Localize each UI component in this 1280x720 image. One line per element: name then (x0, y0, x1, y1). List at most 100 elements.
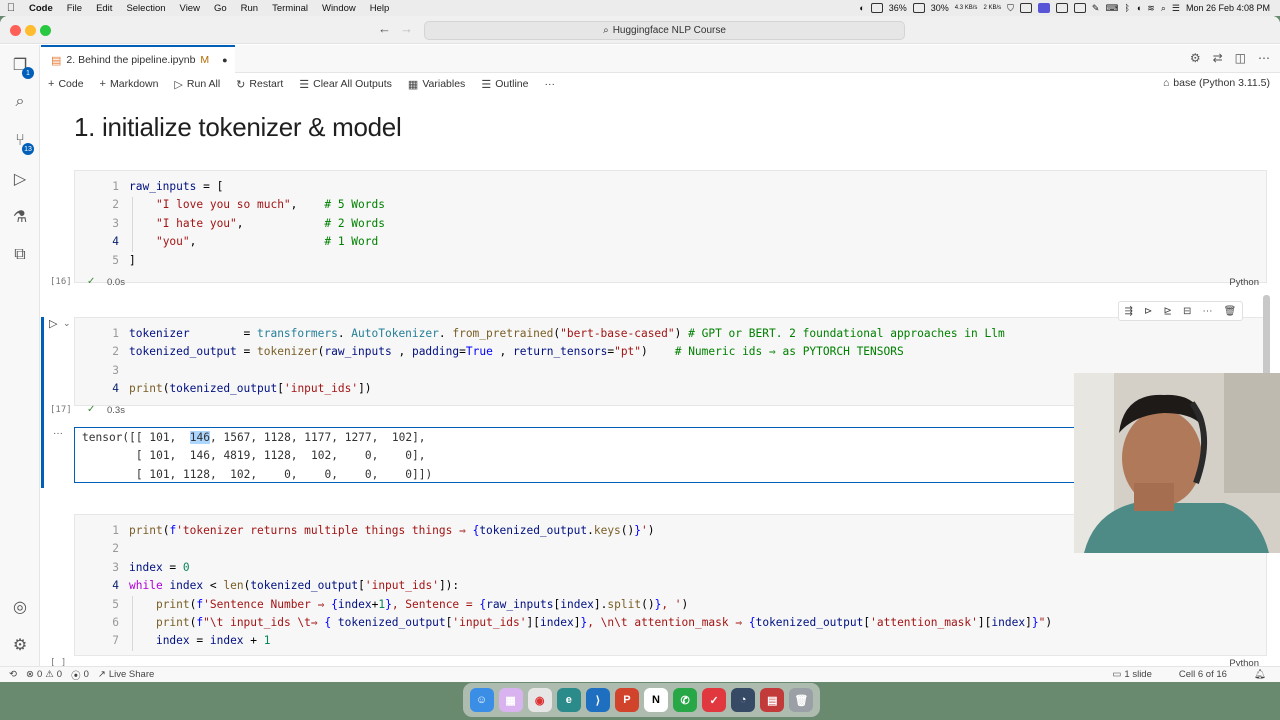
problems-indicator[interactable]: ⊗ 0 ⚠ 0 (26, 669, 62, 680)
compare-icon[interactable]: ⇄ (1213, 51, 1223, 65)
activity-monitor-icon[interactable]: ◔ (731, 688, 756, 712)
menu-file[interactable]: File (60, 3, 89, 14)
ports-indicator[interactable]: ⦿ 0 (71, 668, 89, 682)
run-all-button[interactable]: ▷ Run All (174, 78, 220, 91)
vscode-icon[interactable]: ⟩ (585, 688, 610, 712)
command-center-search[interactable]: ⌕ Huggingface NLP Course (424, 21, 905, 40)
menu-go[interactable]: Go (207, 3, 234, 14)
remote-icon[interactable]: ⟲ (9, 669, 17, 680)
minimize-window-button[interactable] (25, 25, 36, 36)
run-cell-icon[interactable]: ▷ (49, 317, 57, 330)
trash-icon[interactable]: 🗑 (789, 688, 814, 712)
menu-code[interactable]: Code (22, 3, 60, 14)
chrome-icon[interactable]: ◉ (527, 688, 552, 712)
explorer-icon[interactable]: ❐ 1 (8, 53, 34, 79)
screen-icon[interactable] (870, 3, 883, 13)
selected-token[interactable]: 146 (189, 431, 210, 444)
output-more-icon[interactable]: ··· (53, 428, 63, 439)
forward-arrow-icon[interactable]: → (400, 21, 413, 36)
slides-icon: ▭ (1112, 669, 1122, 680)
chevron-down-icon[interactable]: ⌄ (63, 318, 71, 329)
add-markdown-cell-button[interactable]: + Markdown (100, 78, 159, 90)
code-editor[interactable]: tokenizer = transformers. AutoTokenizer.… (129, 325, 1005, 399)
split-editor-icon[interactable]: ◫ (1235, 51, 1246, 65)
execute-above-icon[interactable]: ⊳ (1144, 306, 1152, 317)
keyboard-icon[interactable]: ⌨ (1105, 3, 1118, 14)
cell-language[interactable]: Python (1229, 658, 1259, 666)
execution-count: [ ] (50, 658, 67, 666)
search-icon[interactable]: ⌕ (1161, 3, 1166, 14)
more-actions-icon[interactable]: ⋯ (1258, 51, 1270, 65)
more-icon[interactable]: ⋯ (1203, 306, 1213, 317)
notifications-bell-icon[interactable]: 🔔︎ (1254, 669, 1266, 680)
source-control-icon[interactable]: ⑂ 13 (8, 129, 34, 155)
cpu-percent[interactable]: 30% (931, 3, 949, 13)
close-window-button[interactable] (10, 25, 21, 36)
focus-icon[interactable]: ◐ (859, 3, 864, 13)
control-center-icon[interactable]: ☰ (1172, 3, 1180, 14)
menu-run[interactable]: Run (234, 3, 265, 14)
edit-icon[interactable]: ✎ (1092, 3, 1100, 14)
execute-below-icon[interactable]: ⊵ (1164, 306, 1172, 317)
execution-time: 0.0s (107, 277, 125, 288)
grid-icon[interactable] (1055, 3, 1068, 13)
notion-icon[interactable]: N (644, 688, 668, 712)
account-icon[interactable]: ◎ (8, 595, 32, 619)
todo-check-icon[interactable]: ✓ (702, 688, 727, 712)
powerpoint-icon[interactable]: P (614, 688, 639, 712)
testing-icon[interactable]: ⚗ (8, 205, 32, 229)
finder-icon[interactable]: ☺ (469, 688, 494, 712)
extensions-icon[interactable]: ⧉ (8, 243, 32, 267)
calendar-icon[interactable] (1073, 3, 1086, 13)
notion-icon[interactable] (1019, 3, 1032, 13)
code-editor[interactable]: raw_inputs = [ "I love you so much", # 5… (129, 178, 385, 270)
menu-view[interactable]: View (173, 3, 207, 14)
volume-icon[interactable]: ◖ (1136, 3, 1141, 13)
run-by-line-icon[interactable]: ⇶ (1125, 306, 1133, 317)
shield-icon[interactable]: ⛉ (1007, 3, 1014, 14)
outline-button[interactable]: ☰ Outline (481, 78, 528, 91)
battery-percent[interactable]: 36% (889, 3, 907, 13)
menu-edit[interactable]: Edit (89, 3, 119, 14)
datetime[interactable]: Mon 26 Feb 4:08 PM (1186, 3, 1270, 13)
slides-indicator[interactable]: ▭ 1 slide (1112, 669, 1151, 680)
back-arrow-icon[interactable]: ← (378, 21, 391, 36)
document-app-icon[interactable]: ▤ (760, 688, 785, 712)
zoom-window-button[interactable] (40, 25, 51, 36)
restart-button[interactable]: ↻ Restart (236, 78, 283, 91)
run-debug-icon[interactable]: ▷ (8, 167, 32, 191)
line-number: 1 (112, 524, 119, 537)
delete-icon[interactable]: 🗑 (1224, 306, 1237, 317)
kernel-picker[interactable]: ⌂ base (Python 3.11.5) (1163, 77, 1270, 89)
notebook-icon: ▤ (51, 54, 62, 67)
edge-icon[interactable]: e (556, 688, 581, 712)
menu-selection[interactable]: Selection (119, 3, 172, 14)
code-editor[interactable]: print(f'tokenizer returns multiple thing… (129, 522, 1052, 651)
whatsapp-icon[interactable]: ✆ (673, 688, 698, 712)
cell-position[interactable]: Cell 6 of 16 (1179, 669, 1227, 680)
settings-gear-icon[interactable]: ⚙ (8, 633, 32, 657)
gear-icon[interactable]: ⚙ (1190, 51, 1201, 65)
wifi-icon[interactable]: ≋ (1147, 3, 1155, 14)
clear-outputs-button[interactable]: ☰ Clear All Outputs (299, 78, 392, 91)
add-code-cell-button[interactable]: + Code (48, 78, 84, 90)
tab-notebook[interactable]: ▤ 2. Behind the pipeline.ipynb M ● (41, 45, 235, 73)
network-up[interactable]: 4.3 KB/s (955, 5, 978, 11)
line-number: 6 (112, 616, 119, 630)
search-icon[interactable]: ⌕ (8, 90, 32, 114)
screen-record-icon[interactable] (1037, 3, 1050, 13)
unsaved-dot-icon[interactable]: ● (222, 55, 227, 65)
code-cell-raw-inputs[interactable]: 1 2 3 4 5 raw_inputs = [ "I love you so … (74, 170, 1267, 283)
cell-language[interactable]: Python (1229, 277, 1259, 288)
menu-help[interactable]: Help (363, 3, 397, 14)
network-down[interactable]: 2 KB/s (983, 5, 1001, 11)
menu-terminal[interactable]: Terminal (265, 3, 315, 14)
live-share-button[interactable]: ↗ Live Share (98, 669, 154, 680)
more-toolbar-button[interactable]: ··· (544, 78, 555, 90)
apple-menu-icon[interactable]:  (0, 2, 22, 14)
launchpad-icon[interactable]: ▦ (498, 688, 523, 712)
bluetooth-icon[interactable]: ᛒ (1124, 3, 1129, 13)
menu-window[interactable]: Window (315, 3, 363, 14)
split-cell-icon[interactable]: ⊟ (1183, 306, 1191, 317)
variables-button[interactable]: ▦ Variables (408, 78, 465, 91)
